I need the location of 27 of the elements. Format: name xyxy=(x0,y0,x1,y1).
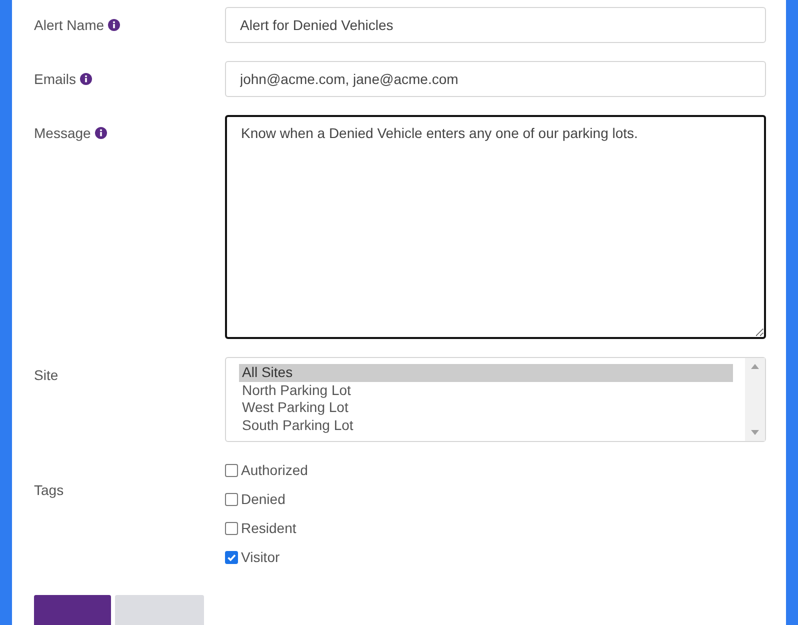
checkbox[interactable] xyxy=(225,464,238,476)
site-option[interactable]: All Sites xyxy=(239,364,733,382)
info-icon[interactable] xyxy=(108,19,120,31)
site-option[interactable]: North Parking Lot xyxy=(239,382,733,399)
site-listbox[interactable]: All Sites North Parking Lot West Parking Lot South Parking Lot xyxy=(225,357,766,442)
info-icon[interactable] xyxy=(80,73,92,85)
scrollbar[interactable] xyxy=(745,358,765,441)
field-label: Site xyxy=(34,367,58,383)
field-label: Alert Name xyxy=(34,17,104,33)
text-field[interactable]: Alert for Denied Vehicles xyxy=(225,7,766,43)
site-option[interactable]: South Parking Lot xyxy=(239,416,733,434)
site-option[interactable]: West Parking Lot xyxy=(239,399,733,416)
message-field[interactable]: Know when a Denied Vehicle enters any one of our parking lots. xyxy=(225,115,766,339)
checkbox[interactable] xyxy=(225,492,238,506)
scroll-up-icon[interactable] xyxy=(751,364,759,369)
checkbox-label[interactable]: Resident xyxy=(241,520,296,536)
field-label: Message xyxy=(34,125,91,141)
info-icon[interactable] xyxy=(94,127,107,139)
checkbox-label[interactable]: Authorized xyxy=(241,462,308,478)
field-label: Emails xyxy=(34,71,76,87)
field-label: Tags xyxy=(34,482,64,498)
scroll-down-icon[interactable] xyxy=(751,430,759,435)
checkbox[interactable] xyxy=(225,522,238,534)
text-field[interactable]: john@acme.com, jane@acme.com xyxy=(225,61,766,97)
checkbox-label[interactable]: Denied xyxy=(241,491,286,507)
checkbox-label[interactable]: Visitor xyxy=(241,549,280,565)
checkbox[interactable] xyxy=(225,550,238,564)
